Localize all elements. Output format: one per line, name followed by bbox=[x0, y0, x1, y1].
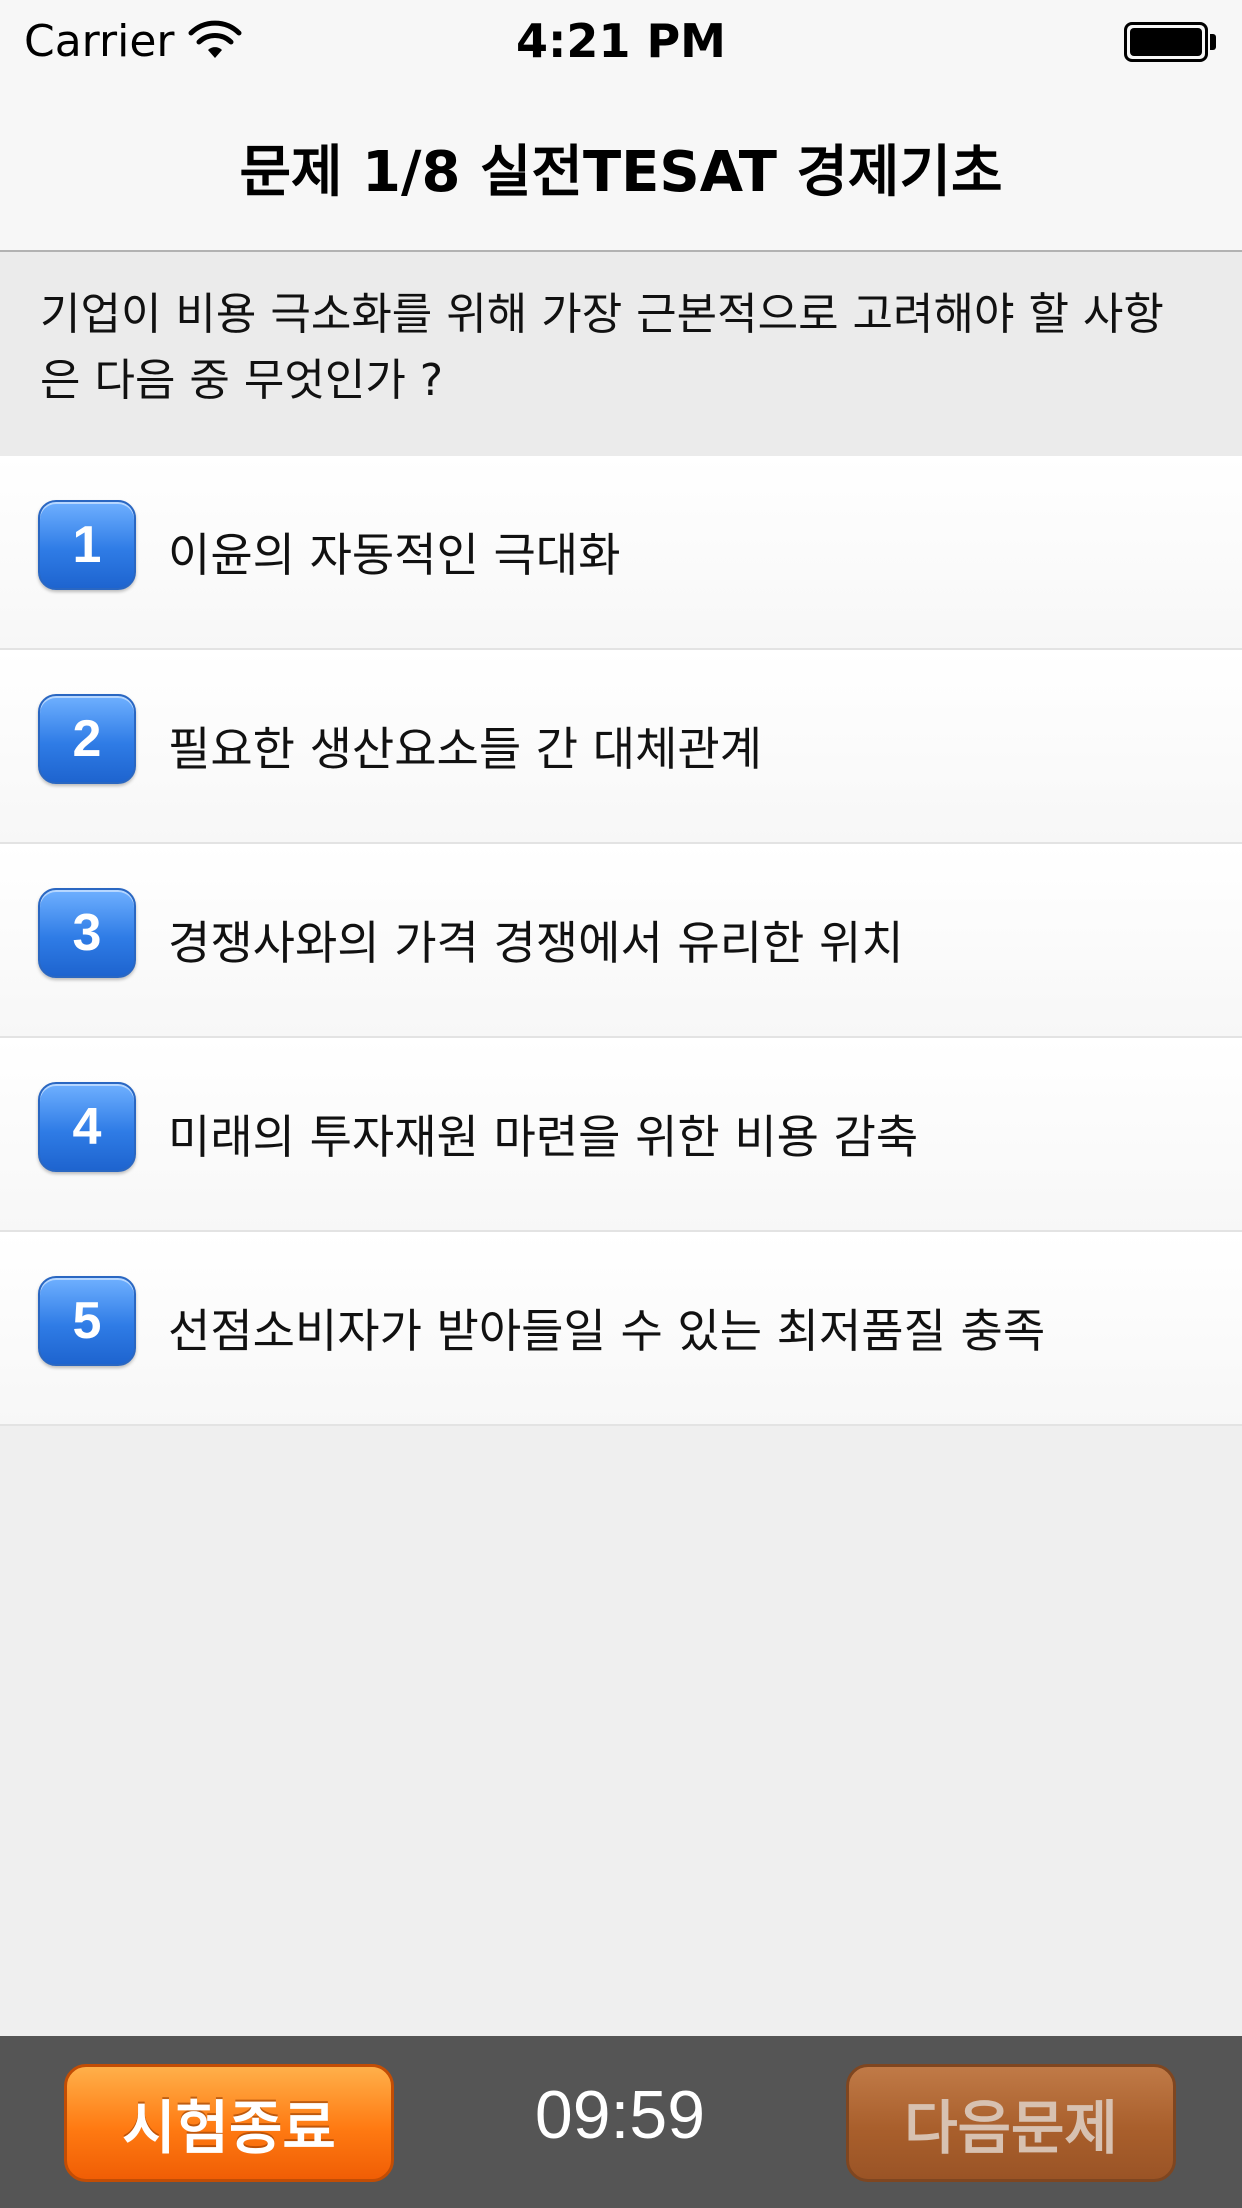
navigation-bar: 문제 1/8 실전TESAT 경제기초 bbox=[0, 84, 1242, 252]
option-number-badge: 5 bbox=[38, 1276, 136, 1366]
option-label: 이윤의 자동적인 극대화 bbox=[168, 528, 621, 582]
countdown-timer: 09:59 bbox=[534, 2077, 706, 2153]
answer-option-2[interactable]: 2 필요한 생산요소들 간 대체관계 bbox=[0, 650, 1242, 844]
answer-option-5[interactable]: 5 선점소비자가 받아들일 수 있는 최저품질 충족 bbox=[0, 1232, 1242, 1426]
answer-option-3[interactable]: 3 경쟁사와의 가격 경쟁에서 유리한 위치 bbox=[0, 844, 1242, 1038]
option-number-badge: 3 bbox=[38, 888, 136, 978]
option-label: 경쟁사와의 가격 경쟁에서 유리한 위치 bbox=[168, 916, 904, 970]
end-exam-button[interactable]: 시험종료 bbox=[64, 2064, 394, 2182]
question-text: 기업이 비용 극소화를 위해 가장 근본적으로 고려해야 할 사항은 다음 중 … bbox=[0, 252, 1242, 456]
bottom-toolbar: 시험종료 09:59 다음문제 bbox=[0, 2036, 1242, 2208]
option-number-badge: 1 bbox=[38, 500, 136, 590]
option-label: 필요한 생산요소들 간 대체관계 bbox=[168, 722, 763, 776]
option-number-badge: 4 bbox=[38, 1082, 136, 1172]
option-number-badge: 2 bbox=[38, 694, 136, 784]
status-bar: Carrier 4:21 PM bbox=[0, 0, 1242, 84]
battery-full-icon bbox=[1124, 22, 1216, 62]
answer-option-1[interactable]: 1 이윤의 자동적인 극대화 bbox=[0, 456, 1242, 650]
option-label: 선점소비자가 받아들일 수 있는 최저품질 충족 bbox=[168, 1304, 1046, 1358]
answer-option-4[interactable]: 4 미래의 투자재원 마련을 위한 비용 감축 bbox=[0, 1038, 1242, 1232]
quiz-screen: Carrier 4:21 PM 문제 1/8 실전TESAT 경제기초 기업이 … bbox=[0, 0, 1242, 2208]
answer-options-list: 1 이윤의 자동적인 극대화 2 필요한 생산요소들 간 대체관계 3 경쟁사와… bbox=[0, 456, 1242, 1426]
option-label: 미래의 투자재원 마련을 위한 비용 감축 bbox=[168, 1110, 919, 1164]
status-time: 4:21 PM bbox=[516, 14, 726, 68]
next-question-button[interactable]: 다음문제 bbox=[846, 2064, 1176, 2182]
page-title: 문제 1/8 실전TESAT 경제기초 bbox=[239, 139, 1003, 205]
